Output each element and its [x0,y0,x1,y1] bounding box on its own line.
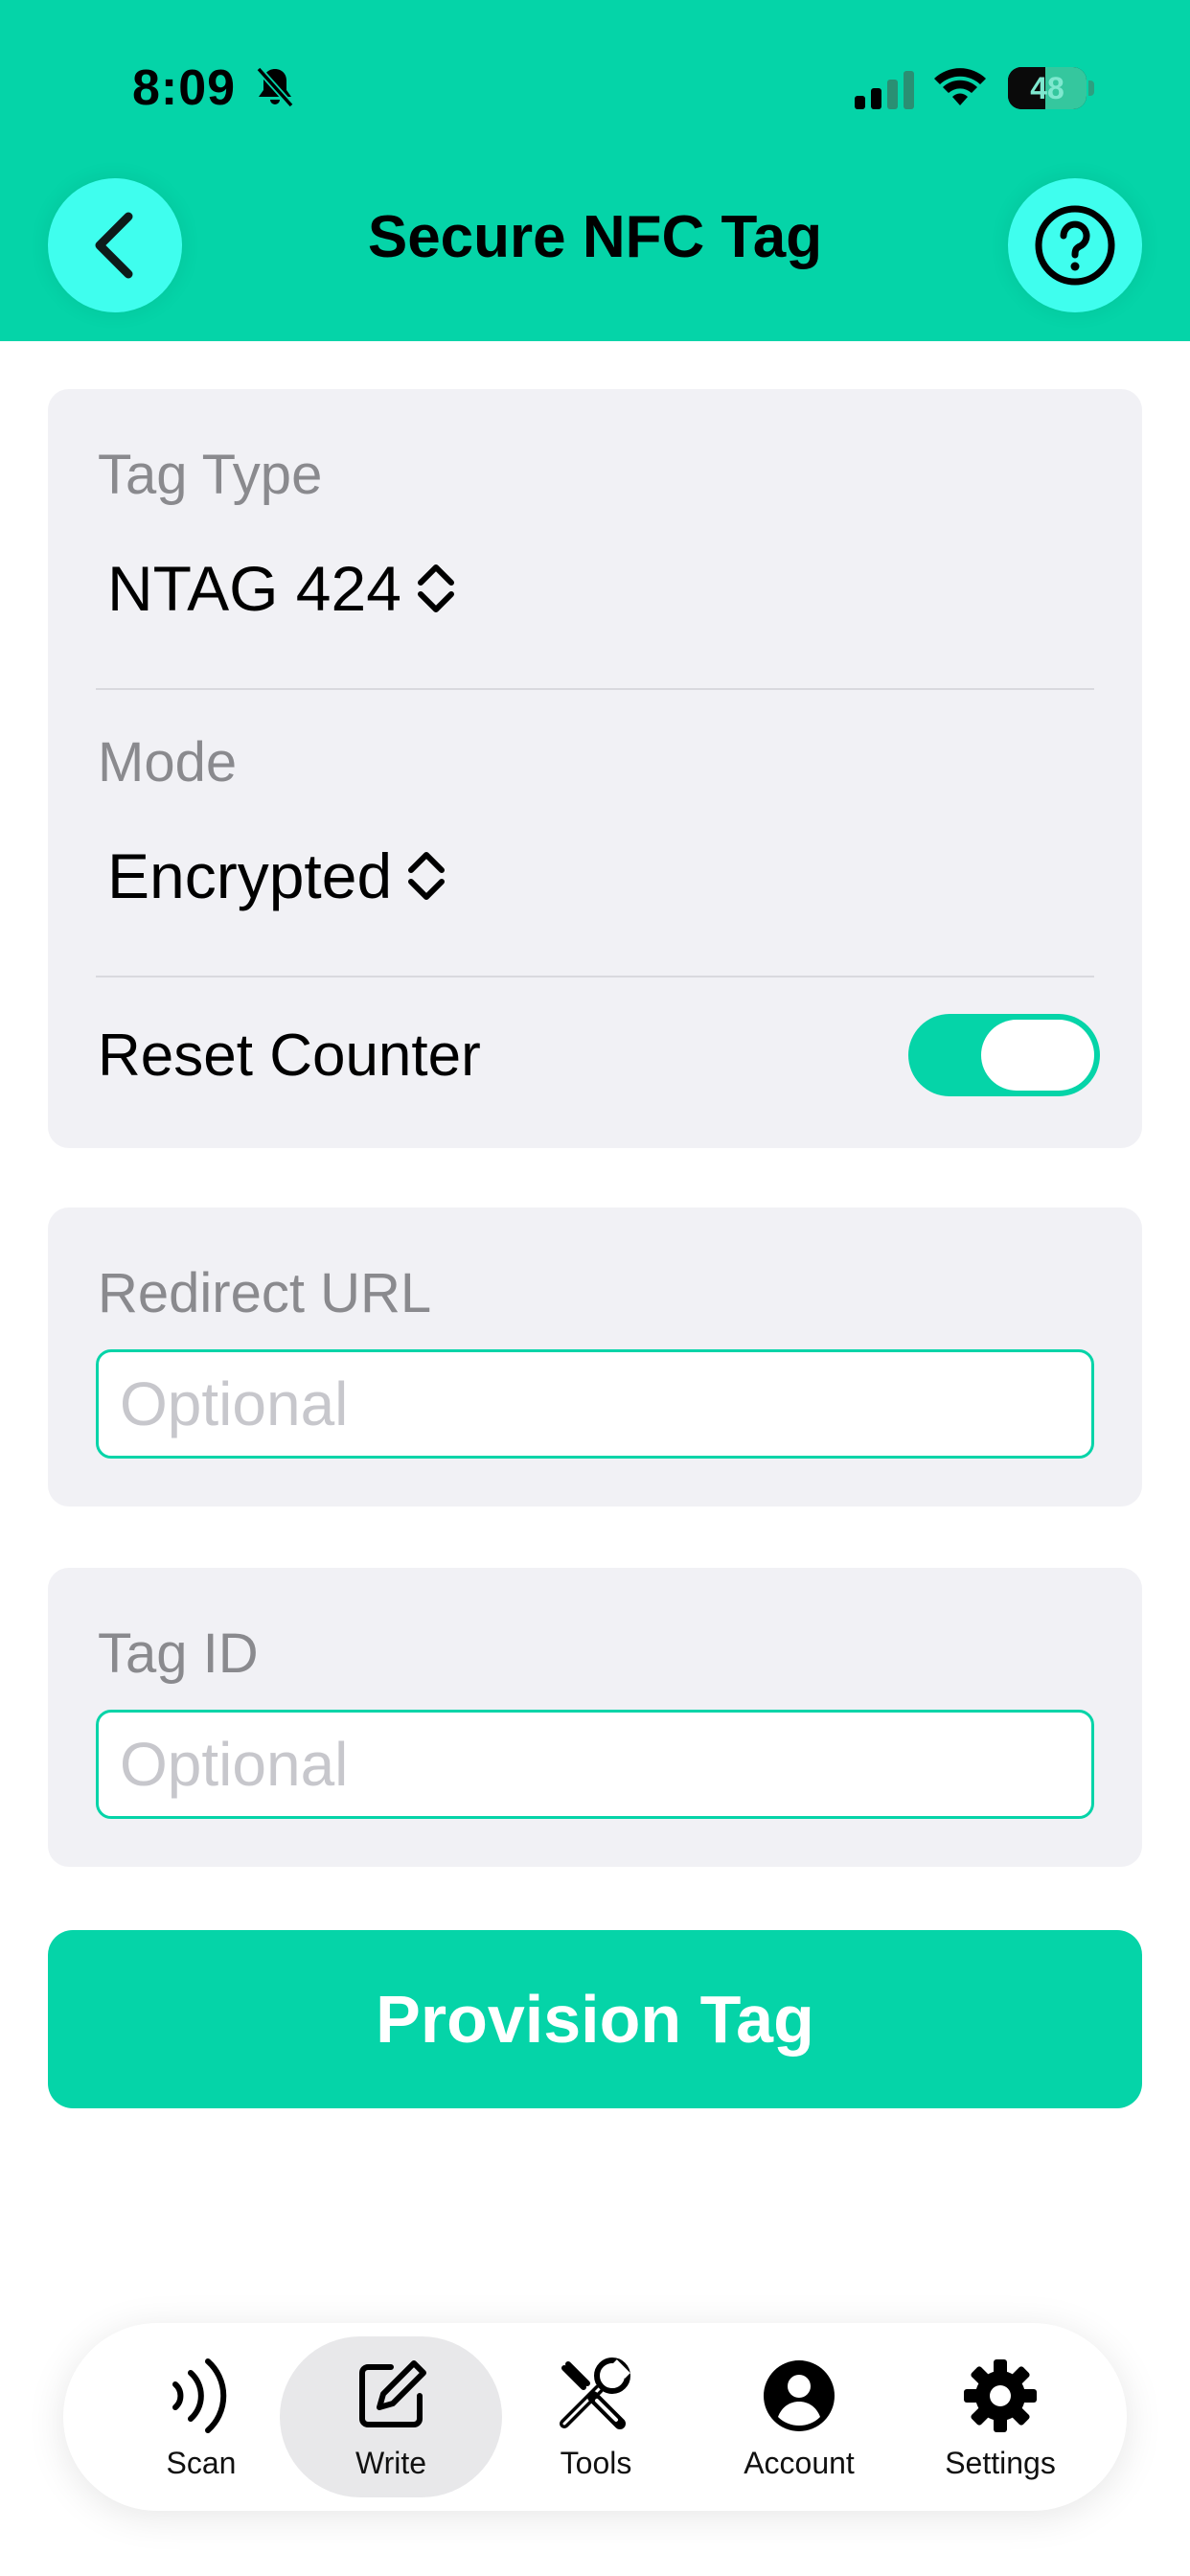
tag-type-picker[interactable]: NTAG 424 [107,552,457,625]
wifi-icon [934,68,986,105]
tab-account[interactable]: Account [688,2336,910,2497]
tab-tools[interactable]: Tools [485,2336,707,2497]
screen: 8:09 48 Secure NFC Tag Tag Type NTAG 424… [0,0,1190,2576]
redirect-url-label: Redirect URL [98,1262,432,1324]
tab-settings[interactable]: Settings [889,2336,1111,2497]
tag-id-label: Tag ID [98,1622,259,1685]
status-time: 8:09 [132,60,237,116]
chevron-up-down-icon [417,564,454,612]
redirect-url-card: Redirect URL [48,1208,1142,1506]
nfc-waves-icon [172,2358,227,2433]
chevron-up-down-icon [408,852,446,900]
person-circle-icon [764,2359,835,2431]
tab-write[interactable]: Write [280,2336,502,2497]
tag-id-input[interactable] [96,1710,1094,1819]
battery-cap [1088,80,1094,96]
question-circle-icon [1035,205,1115,286]
header-bar: 8:09 48 Secure NFC Tag [0,0,1190,341]
redirect-url-input[interactable] [96,1349,1094,1459]
battery-level: 48 [1030,70,1064,105]
reset-counter-label: Reset Counter [98,1023,481,1089]
tab-scan-label: Scan [166,2445,237,2480]
tools-icon [560,2357,630,2429]
mode-label: Mode [98,731,238,794]
battery-indicator: 48 [1008,67,1087,109]
tab-bar: Scan Write Tools Account Settings [63,2323,1127,2511]
divider [96,688,1094,690]
cellular-signal-icon [855,71,914,109]
mode-value: Encrypted [107,840,393,911]
gear-icon [964,2358,1037,2432]
tab-account-label: Account [744,2445,855,2480]
provision-tag-button[interactable]: Provision Tag [48,1930,1142,2108]
reset-counter-toggle[interactable] [908,1014,1100,1096]
toggle-knob [981,1020,1094,1091]
bell-slash-icon [256,66,294,108]
edit-icon [359,2359,426,2427]
mode-picker[interactable]: Encrypted [107,840,447,912]
tab-settings-label: Settings [945,2445,1056,2480]
tag-settings-card: Tag Type NTAG 424 Mode Encrypted Reset C… [48,389,1142,1148]
divider [96,976,1094,978]
tag-id-card: Tag ID [48,1568,1142,1867]
tab-tools-label: Tools [560,2445,632,2480]
tag-type-value: NTAG 424 [107,553,401,624]
tab-write-label: Write [355,2445,427,2480]
help-button[interactable] [1008,178,1142,312]
tag-type-label: Tag Type [98,444,323,506]
